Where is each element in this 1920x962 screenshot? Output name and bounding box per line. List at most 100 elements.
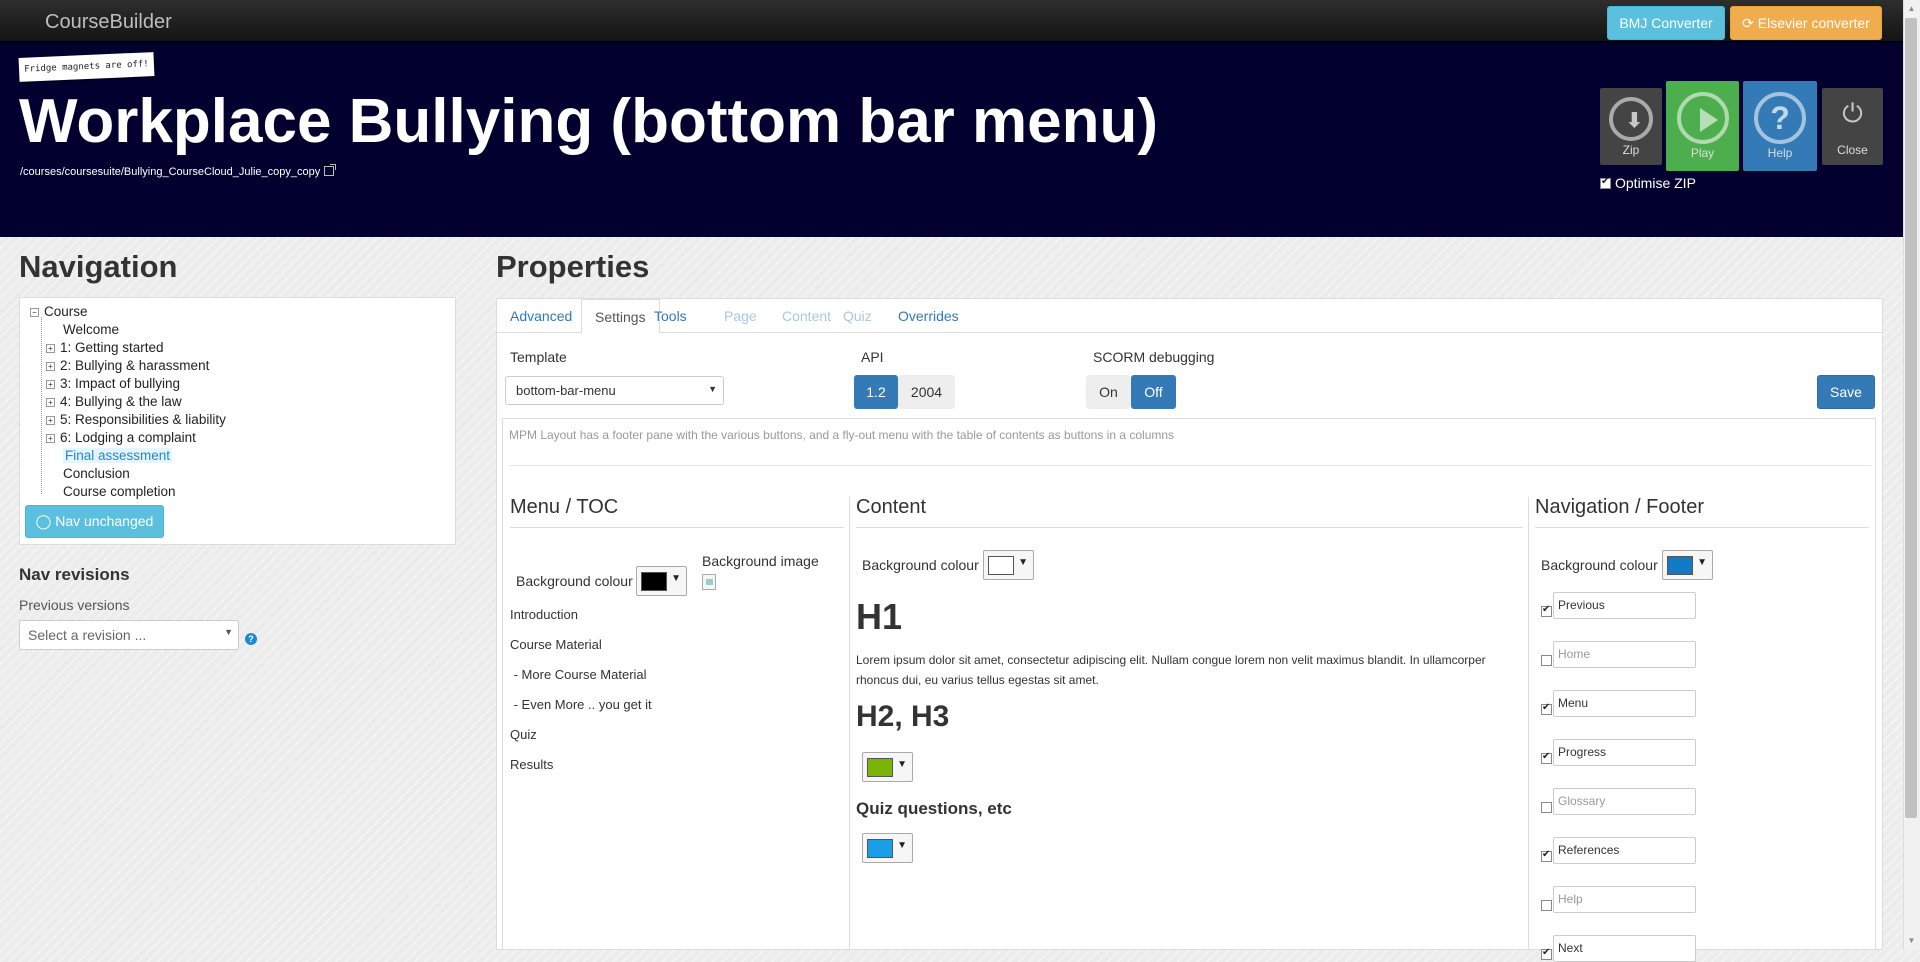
question-icon: ?: [1754, 92, 1806, 144]
tree-item[interactable]: +4: Bullying & the law: [30, 393, 226, 411]
download-icon: ⬇: [1609, 97, 1653, 141]
checkbox-icon[interactable]: [1541, 900, 1552, 911]
close-button[interactable]: ⏻ Close: [1822, 88, 1883, 165]
scrollbar-thumb[interactable]: [1905, 18, 1917, 818]
tree-item[interactable]: Final assessment: [30, 447, 226, 465]
footer-button-label-input[interactable]: Home: [1553, 641, 1696, 668]
scorm-on-option[interactable]: On: [1086, 375, 1131, 409]
footer-button-label-input[interactable]: Next: [1553, 935, 1696, 962]
template-select[interactable]: bottom-bar-menu ▼: [505, 376, 724, 405]
navigation-tree: − Course Welcome +1: Getting started +2: Bu…: [30, 303, 226, 501]
broken-image-icon[interactable]: [702, 574, 716, 590]
play-icon: [1676, 92, 1729, 144]
tab-overrides[interactable]: Overrides: [885, 299, 972, 333]
api-option-2004[interactable]: 2004: [898, 375, 955, 409]
tree-item[interactable]: +2: Bullying & harassment: [30, 357, 226, 375]
close-label: Close: [1837, 143, 1868, 157]
help-button[interactable]: ? Help: [1743, 81, 1817, 171]
optimise-zip-label: Optimise ZIP: [1615, 175, 1696, 191]
optimise-zip-checkbox[interactable]: Optimise ZIP: [1600, 175, 1696, 191]
nav-revisions-heading: Nav revisions: [19, 565, 130, 584]
elsevier-converter-button[interactable]: ⟳ Elsevier converter: [1730, 6, 1882, 40]
menu-toc-heading: Menu / TOC: [510, 496, 619, 518]
chevron-down-icon: ▼: [1697, 557, 1707, 568]
checkbox-icon[interactable]: [1541, 702, 1552, 715]
checkbox-icon[interactable]: [1541, 751, 1552, 764]
zip-button[interactable]: ⬇ Zip: [1600, 88, 1662, 165]
collapse-icon[interactable]: −: [30, 308, 39, 317]
footer-button-label-input[interactable]: Glossary: [1553, 788, 1696, 815]
power-icon: ⏻: [1842, 98, 1863, 128]
refresh-icon: ⟳: [1742, 15, 1758, 31]
help-icon[interactable]: ?: [245, 633, 257, 645]
expand-icon[interactable]: +: [46, 344, 55, 353]
menu-bg-image-label: Background image: [702, 553, 819, 569]
tree-item-label: 3: Impact of bullying: [60, 376, 181, 391]
checkbox-icon[interactable]: [1541, 802, 1552, 813]
tree-item[interactable]: +6: Lodging a complaint: [30, 429, 226, 447]
nav-unchanged-button[interactable]: ◯ Nav unchanged: [25, 505, 164, 538]
tree-item[interactable]: +3: Impact of bullying: [30, 375, 226, 393]
tab-quiz[interactable]: Quiz: [830, 299, 885, 333]
tree-root[interactable]: − Course: [30, 303, 226, 321]
properties-heading: Properties: [496, 249, 650, 284]
footer-button-label-input[interactable]: References: [1553, 837, 1696, 864]
tree-item[interactable]: Course completion: [30, 483, 226, 501]
chevron-down-icon: ▼: [897, 840, 907, 851]
heading-colour-picker[interactable]: ▼: [862, 752, 913, 782]
toc-preview-item: Course Material: [510, 637, 602, 652]
tab-advanced[interactable]: Advanced: [497, 299, 585, 333]
toc-preview-item: - Even More .. you get it: [510, 697, 652, 712]
scorm-off-option[interactable]: Off: [1131, 375, 1176, 409]
checkbox-icon[interactable]: [1541, 655, 1552, 666]
tab-page[interactable]: Page: [711, 299, 770, 333]
course-path-link[interactable]: /courses/coursesuite/Bullying_CourseClou…: [20, 164, 337, 178]
checkbox-icon[interactable]: [1541, 604, 1552, 617]
footer-button-label-input[interactable]: Menu: [1553, 690, 1696, 717]
footer-button-label-input[interactable]: Help: [1553, 886, 1696, 913]
scroll-down-icon[interactable]: ▼: [1905, 934, 1918, 948]
tab-tools[interactable]: Tools: [641, 299, 700, 333]
footer-button-label-input[interactable]: Previous: [1553, 592, 1696, 619]
help-label: Help: [1767, 146, 1793, 160]
template-label: Template: [510, 349, 567, 365]
tree-item-label: 5: Responsibilities & liability: [60, 412, 226, 427]
tree-item-label: Course completion: [63, 484, 176, 499]
column-rule: [510, 527, 844, 528]
expand-icon[interactable]: +: [46, 434, 55, 443]
expand-icon[interactable]: +: [46, 416, 55, 425]
revision-select[interactable]: Select a revision ... ▼: [19, 620, 239, 650]
checkbox-icon[interactable]: [1600, 176, 1611, 189]
scroll-up-icon[interactable]: ▲: [1905, 2, 1918, 16]
tree-item-label: Welcome: [63, 322, 120, 337]
api-option-1-2[interactable]: 1.2: [854, 375, 898, 409]
tree-item[interactable]: +5: Responsibilities & liability: [30, 411, 226, 429]
tree-item[interactable]: Welcome: [30, 321, 226, 339]
circle-icon: ◯: [35, 513, 56, 529]
api-label: API: [861, 349, 884, 365]
save-button[interactable]: Save: [1817, 375, 1875, 409]
tree-item-label: 1: Getting started: [60, 340, 164, 355]
tree-item-label: Conclusion: [63, 466, 130, 481]
chevron-down-icon: ▼: [1018, 557, 1028, 568]
app-brand[interactable]: CourseBuilder: [45, 11, 172, 34]
h1-preview: H1: [856, 596, 903, 637]
template-select-value: bottom-bar-menu: [516, 383, 616, 398]
bmj-converter-button[interactable]: BMJ Converter: [1607, 6, 1725, 40]
play-button[interactable]: Play: [1666, 81, 1739, 171]
tree-item[interactable]: +1: Getting started: [30, 339, 226, 357]
footer-bg-colour-label: Background colour: [1541, 557, 1658, 573]
checkbox-icon[interactable]: [1541, 947, 1552, 960]
quiz-colour-picker[interactable]: ▼: [862, 833, 913, 863]
toc-preview-item: Results: [510, 757, 554, 772]
tree-item-label: 6: Lodging a complaint: [60, 430, 196, 445]
footer-button-label-input[interactable]: Progress: [1553, 739, 1696, 766]
content-bg-colour-picker[interactable]: ▼: [983, 550, 1034, 580]
expand-icon[interactable]: +: [46, 380, 55, 389]
menu-bg-colour-picker[interactable]: ▼: [636, 566, 687, 596]
expand-icon[interactable]: +: [46, 398, 55, 407]
expand-icon[interactable]: +: [46, 362, 55, 371]
footer-bg-colour-picker[interactable]: ▼: [1662, 550, 1713, 580]
tree-item[interactable]: Conclusion: [30, 465, 226, 483]
checkbox-icon[interactable]: [1541, 849, 1552, 862]
